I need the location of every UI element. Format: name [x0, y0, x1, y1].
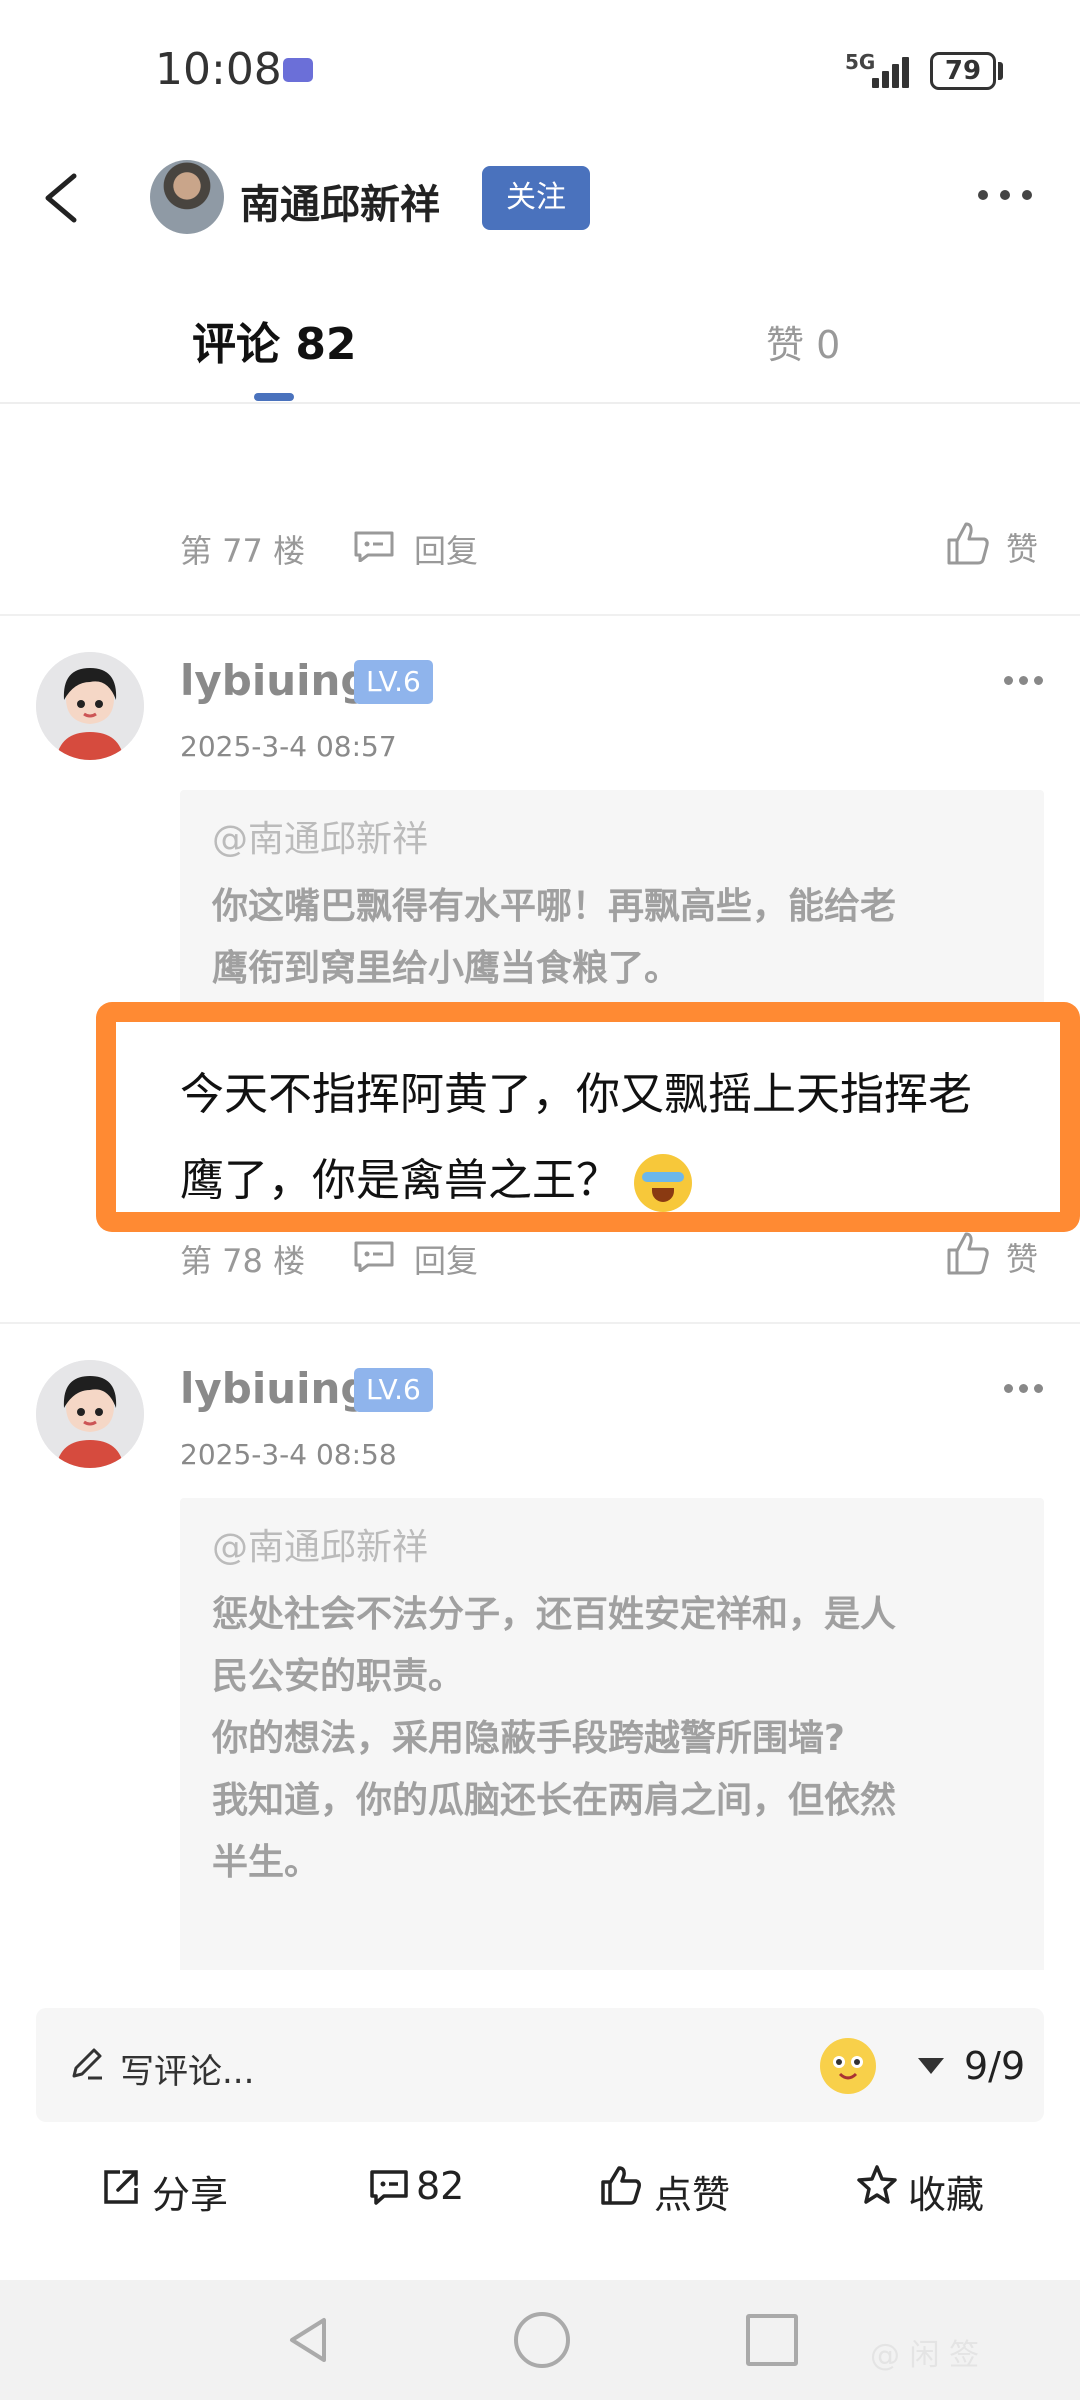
quote-line: 半生。	[212, 1842, 321, 1883]
comment-count-button[interactable]: 82	[416, 2164, 464, 2208]
comment-body: 今天不指挥阿黄了，你又飘摇上天指挥老 鹰了，你是禽兽之王？	[180, 1052, 1060, 1224]
network-type-label: 5G	[845, 50, 876, 74]
floor-number: 第 78 楼	[180, 1242, 306, 1280]
share-icon[interactable]	[100, 2166, 142, 2208]
more-options-icon[interactable]	[978, 188, 1034, 204]
crying-laughing-emoji-icon	[634, 1154, 692, 1212]
commenter-username[interactable]: lybiuing	[180, 656, 371, 705]
thumbs-up-icon[interactable]	[600, 2164, 642, 2206]
back-arrow-icon[interactable]	[40, 170, 84, 226]
tab-active-indicator	[254, 393, 294, 401]
reply-icon[interactable]	[352, 530, 396, 562]
star-icon[interactable]	[856, 2164, 898, 2206]
comment-input-placeholder[interactable]: 写评论...	[120, 2044, 254, 2093]
quote-line: 惩处社会不法分子，还百姓安定祥和，是人	[212, 1594, 897, 1635]
nav-recent-apps-icon[interactable]	[746, 2314, 798, 2366]
quote-text: 你这嘴巴飘得有水平哪！再飘高些，能给老 鹰衔到窝里给小鹰当食粮了。	[212, 876, 1032, 1000]
comment-timestamp: 2025-3-4 08:58	[180, 1438, 397, 1471]
comment-body-line-2: 鹰了，你是禽兽之王？	[180, 1138, 1060, 1224]
collect-button[interactable]: 收藏	[908, 2164, 984, 2219]
quoted-comment: @南通邱新祥 惩处社会不法分子，还百姓安定祥和，是人 民公安的职责。 你的想法，…	[180, 1498, 1044, 1978]
like-action-button[interactable]: 点赞	[654, 2164, 730, 2219]
like-button[interactable]: 赞	[1006, 1234, 1038, 1280]
quote-line: 你的想法，采用隐蔽手段跨越警所围墙?	[212, 1718, 845, 1759]
author-avatar[interactable]	[150, 160, 224, 234]
pen-icon	[72, 2048, 102, 2080]
comment-divider	[0, 1322, 1080, 1324]
comment-icon[interactable]	[368, 2166, 410, 2208]
follow-button[interactable]: 关注	[482, 166, 590, 230]
quote-mention[interactable]: @南通邱新祥	[212, 810, 428, 862]
level-badge: LV.6	[354, 660, 433, 704]
share-button[interactable]: 分享	[152, 2164, 228, 2219]
page-dropdown-icon[interactable]	[918, 2058, 944, 2074]
battery-indicator: 79	[930, 52, 996, 90]
commenter-avatar[interactable]	[36, 1360, 144, 1468]
reply-button[interactable]: 回复	[414, 526, 478, 572]
quote-line: 民公安的职责。	[212, 1656, 465, 1697]
quote-line: 鹰衔到窝里给小鹰当食粮了。	[212, 948, 681, 989]
comment-more-icon[interactable]	[1004, 1384, 1044, 1396]
comment-timestamp: 2025-3-4 08:57	[180, 730, 397, 763]
tab-divider	[0, 402, 1080, 404]
watermark: @ 闲 签	[870, 2338, 980, 2373]
quote-text: 惩处社会不法分子，还百姓安定祥和，是人 民公安的职责。 你的想法，采用隐蔽手段跨…	[212, 1584, 1032, 1894]
comment-divider	[0, 614, 1080, 616]
commenter-avatar[interactable]	[36, 652, 144, 760]
level-badge: LV.6	[354, 1368, 433, 1412]
status-time: 10:08	[155, 44, 282, 95]
tab-comments[interactable]: 评论 82	[192, 308, 357, 372]
battery-tip-icon	[998, 62, 1003, 80]
quote-line: 我知道，你的瓜脑还长在两肩之间，但依然	[212, 1780, 897, 1821]
nav-back-icon[interactable]	[284, 2314, 336, 2366]
signal-icon	[872, 52, 920, 88]
reply-button[interactable]: 回复	[414, 1236, 478, 1282]
like-icon[interactable]	[946, 520, 990, 566]
comment-body-line: 今天不指挥阿黄了，你又飘摇上天指挥老	[180, 1069, 972, 1120]
comment-body-line: 鹰了，你是禽兽之王？	[180, 1155, 620, 1206]
quoted-comment: @南通邱新祥 你这嘴巴飘得有水平哪！再飘高些，能给老 鹰衔到窝里给小鹰当食粮了。	[180, 790, 1044, 1010]
quote-line: 你这嘴巴飘得有水平哪！再飘高些，能给老	[212, 886, 897, 927]
reply-icon[interactable]	[352, 1240, 396, 1272]
author-name[interactable]: 南通邱新祥	[240, 172, 440, 230]
floor-number: 第 77 楼	[180, 532, 306, 570]
emoji-picker-icon[interactable]	[820, 2038, 876, 2094]
nav-home-icon[interactable]	[514, 2312, 570, 2368]
quote-mention[interactable]: @南通邱新祥	[212, 1518, 428, 1570]
like-button[interactable]: 赞	[1006, 524, 1038, 570]
comment-more-icon[interactable]	[1004, 676, 1044, 688]
commenter-username[interactable]: lybiuing	[180, 1364, 371, 1413]
like-icon[interactable]	[946, 1230, 990, 1276]
page-indicator[interactable]: 9/9	[964, 2044, 1025, 2088]
teams-icon	[283, 58, 313, 82]
tab-likes[interactable]: 赞 0	[766, 314, 840, 369]
